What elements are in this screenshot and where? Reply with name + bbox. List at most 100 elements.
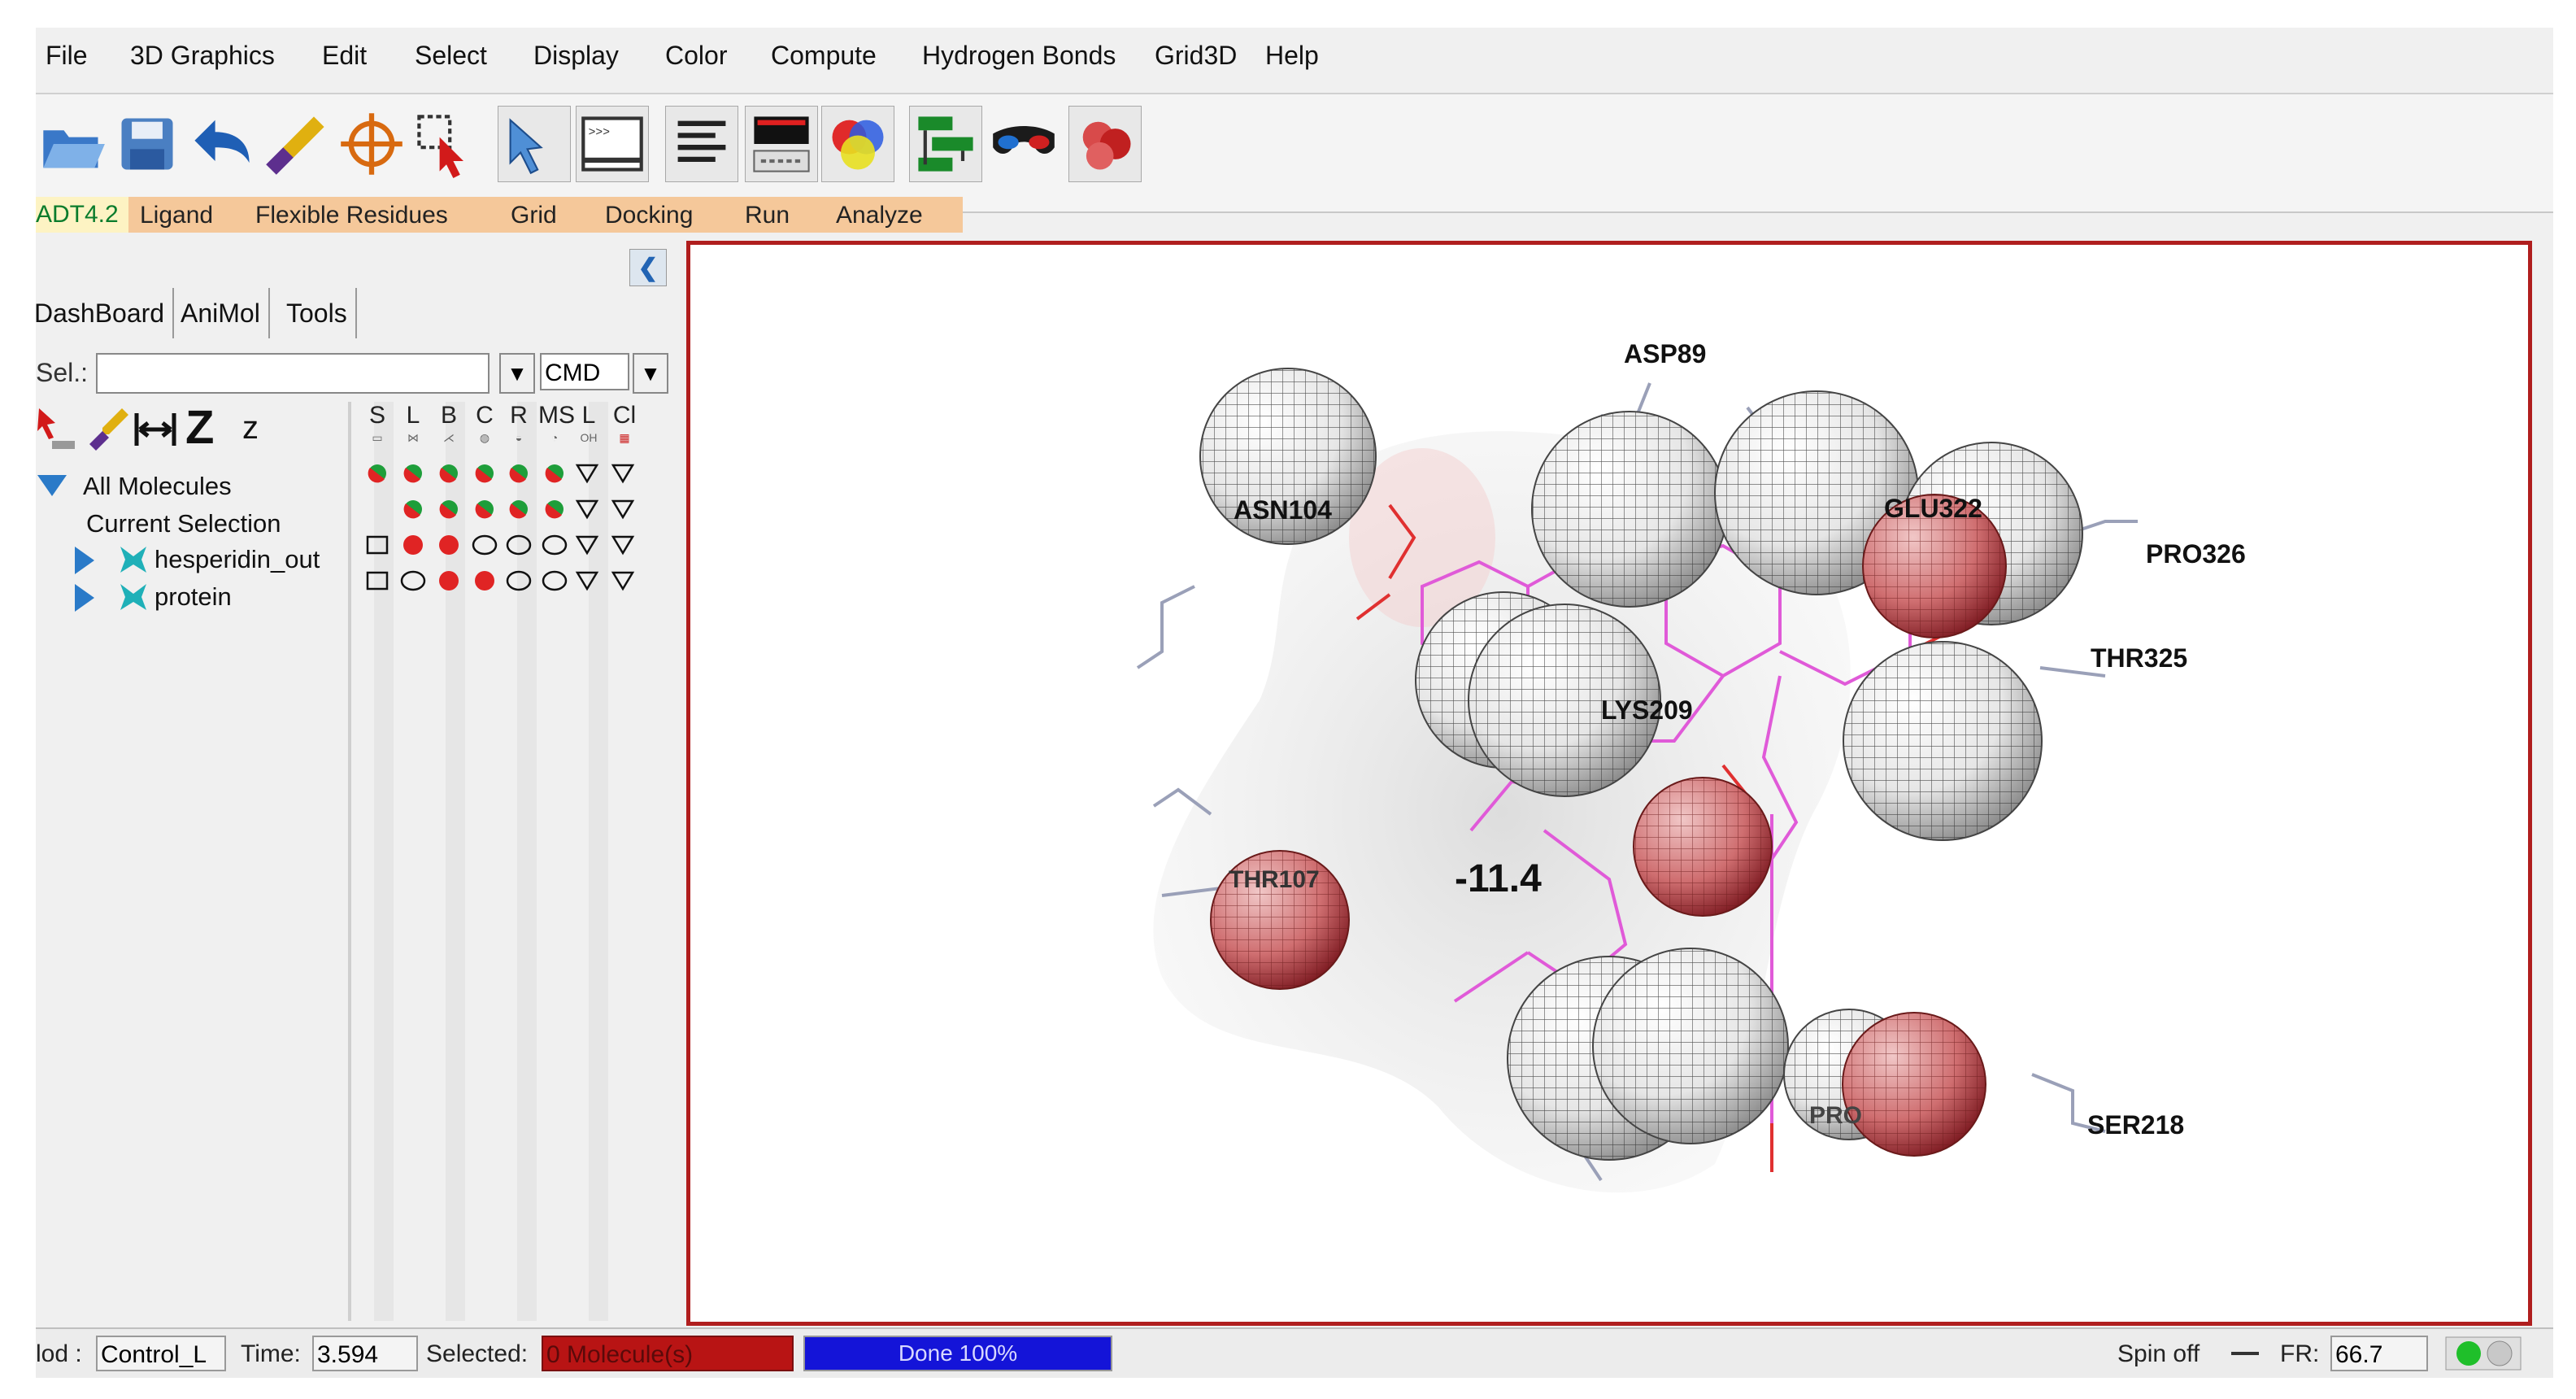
cmd-value: CMD	[545, 360, 601, 386]
subtab-dashboard[interactable]: DashBoard	[36, 288, 175, 338]
column-header-cl[interactable]: Cl	[608, 402, 641, 429]
column-header-b[interactable]: B	[433, 402, 465, 429]
tree-all-molecules[interactable]: All Molecules	[83, 472, 232, 501]
column-icon-b: ⋌	[443, 431, 455, 444]
oxygen-sphere	[1842, 1012, 1986, 1157]
checkbox-icon	[366, 571, 389, 591]
half-red-green-circle-icon	[475, 464, 494, 483]
half-red-green-circle-icon	[439, 500, 458, 519]
zoom-icon[interactable]: Z	[185, 400, 214, 455]
menu-display[interactable]: Display	[533, 41, 619, 71]
triangle-down-icon	[611, 535, 635, 556]
menu-help[interactable]: Help	[1265, 41, 1319, 71]
triangle-down-icon	[611, 571, 635, 591]
target-icon[interactable]	[335, 106, 408, 182]
pointer-icon[interactable]	[498, 106, 571, 182]
undo-icon[interactable]	[185, 106, 259, 182]
cmd-dropdown-icon[interactable]: ▼	[633, 353, 668, 394]
column-icon-c: ◍	[479, 431, 490, 444]
display-panel-icon[interactable]	[745, 106, 818, 182]
molecule-icon	[120, 584, 146, 610]
left-dashboard-panel: ❮ DashBoard AniMol Tools Sel.: ▼ CMD ▼ Z…	[36, 236, 672, 1366]
tab-run[interactable]: Run	[745, 202, 790, 229]
mode-field[interactable]: Control_L	[96, 1336, 226, 1371]
glasses-icon[interactable]	[987, 106, 1060, 182]
selected-value: 0 Molecule(s)	[546, 1341, 694, 1368]
menu-file[interactable]: File	[46, 41, 88, 71]
menu-select[interactable]: Select	[415, 41, 487, 71]
selected-field[interactable]: 0 Molecule(s)	[542, 1336, 794, 1371]
tree-molecule-protein[interactable]: protein	[154, 582, 232, 612]
empty-circle-icon	[400, 570, 426, 591]
empty-circle-icon	[542, 570, 568, 591]
expand-down-icon[interactable]	[37, 475, 67, 496]
expand-right-icon[interactable]	[75, 584, 94, 612]
save-icon[interactable]	[111, 106, 184, 182]
select-tool-icon[interactable]	[36, 405, 81, 454]
menu-grid3d[interactable]: Grid3D	[1155, 41, 1237, 71]
red-circle-icon	[439, 571, 459, 591]
residue-label: ASP89	[1624, 339, 1707, 368]
distance-icon[interactable]	[133, 410, 177, 451]
menu-3d-graphics[interactable]: 3D Graphics	[130, 41, 275, 71]
cmd-combo[interactable]: CMD	[540, 353, 629, 390]
residue-label: PRO326	[2146, 539, 2246, 569]
tab-ligand[interactable]: Ligand	[140, 202, 213, 229]
autodock-tools-window: File 3D Graphics Edit Select Display Col…	[36, 28, 2553, 1378]
tab-docking[interactable]: Docking	[605, 202, 693, 229]
triangle-down-icon	[611, 464, 635, 484]
3d-viewer[interactable]: ASP89 ASN104 GLU322 PRO326 THR325 LYS209…	[686, 241, 2532, 1326]
tab-grid[interactable]: Grid	[511, 202, 557, 229]
progress-text: Done 100%	[898, 1340, 1018, 1366]
column-header-c[interactable]: C	[468, 402, 501, 429]
tab-flexible-residues[interactable]: Flexible Residues	[255, 202, 448, 229]
empty-circle-icon	[506, 534, 532, 556]
subtab-tools[interactable]: Tools	[278, 288, 357, 338]
open-file-icon[interactable]	[36, 106, 109, 182]
tab-adt42[interactable]: ADT4.2	[36, 197, 128, 233]
render-icon[interactable]	[1068, 106, 1142, 182]
column-icon-labels: OH	[580, 431, 598, 444]
residue-label: LYS209	[1601, 695, 1693, 725]
row-current-selection-toggles[interactable]	[403, 499, 635, 520]
subtab-animol[interactable]: AniMol	[172, 288, 270, 338]
status-bar: lod : Control_L Time: 3.594 Selected: 0 …	[36, 1327, 2553, 1378]
menu-color[interactable]: Color	[665, 41, 727, 71]
menu-edit[interactable]: Edit	[322, 41, 367, 71]
column-header-r[interactable]: R	[503, 402, 535, 429]
column-header-s[interactable]: S	[361, 402, 394, 429]
column-header-l[interactable]: L	[397, 402, 429, 429]
zoom-small-icon[interactable]: z	[242, 410, 259, 447]
column-header-labels[interactable]: L	[572, 402, 605, 429]
display-toggle-grid	[366, 464, 635, 591]
row-protein-toggles[interactable]	[366, 570, 635, 591]
column-header-ms[interactable]: MS	[538, 402, 575, 429]
mode-value: Control_L	[101, 1341, 207, 1368]
menu-hydrogen-bonds[interactable]: Hydrogen Bonds	[922, 41, 1116, 71]
select-icon[interactable]	[410, 106, 483, 182]
binding-energy-label: -11.4	[1455, 857, 1542, 900]
text-icon[interactable]	[665, 106, 738, 182]
tab-analyze[interactable]: Analyze	[836, 202, 923, 229]
column-icon-ms: ◔	[550, 431, 559, 444]
molecule-icon	[120, 547, 146, 573]
dropper-icon[interactable]	[260, 106, 333, 182]
selection-dropdown-icon[interactable]: ▼	[499, 353, 535, 394]
tree-molecule-hesperidin[interactable]: hesperidin_out	[154, 545, 320, 574]
row-hesperidin-toggles[interactable]	[366, 534, 635, 556]
eyedropper-icon[interactable]	[86, 405, 128, 454]
column-icon-cl: ▦	[619, 431, 630, 444]
dashboard-icon[interactable]	[909, 106, 982, 182]
expand-right-icon[interactable]	[75, 547, 94, 574]
selection-input[interactable]	[96, 353, 490, 394]
row-all-molecules-toggles[interactable]	[368, 464, 635, 484]
collapse-panel-button[interactable]: ❮	[629, 249, 667, 286]
residue-label: ASN104	[1234, 495, 1332, 525]
spin-toggle-icon[interactable]	[2231, 1352, 2259, 1355]
tree-current-selection[interactable]: Current Selection	[86, 509, 281, 538]
half-red-green-circle-icon	[475, 500, 494, 519]
color-icon[interactable]	[821, 106, 894, 182]
python-shell-icon[interactable]: >>>	[576, 106, 649, 182]
menu-compute[interactable]: Compute	[771, 41, 877, 71]
triangle-down-icon	[575, 499, 599, 520]
